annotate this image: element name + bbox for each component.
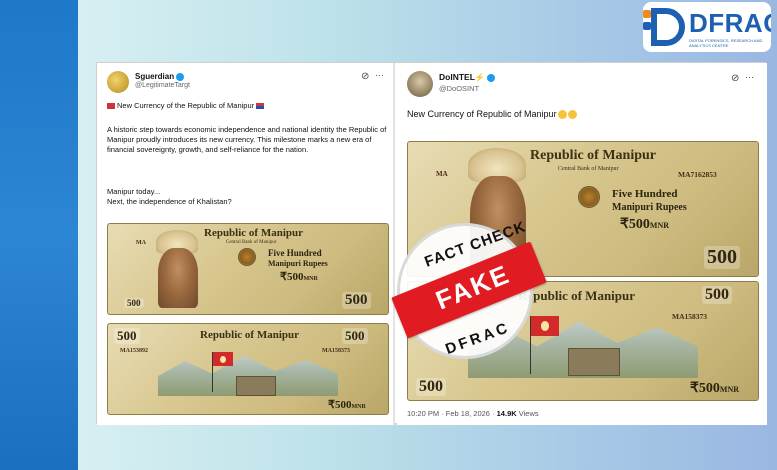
manipur-flag-image	[531, 316, 559, 336]
more-options-icon[interactable]: ···	[745, 72, 754, 82]
fact-check-fake-stamp: FACT CHECK FAKE DFRAC	[391, 218, 547, 359]
author-handle[interactable]: @LegitimateTargt	[135, 82, 190, 89]
sunglasses-emoji-icon	[567, 110, 577, 120]
views-count: 14.9K	[496, 409, 517, 418]
note-denom-line1: Five Hundred	[268, 248, 322, 258]
more-options-icon[interactable]: ···	[375, 70, 384, 80]
note-title: Republic of Manipur	[204, 227, 304, 239]
dfrac-logo: DFRAC DIGITAL FORENSICS, RESEARCH AND AN…	[643, 2, 771, 52]
note-serial-prefix: MA	[136, 240, 146, 246]
note-amount: ₹500MNR	[620, 216, 669, 233]
logo-brand: DFRAC	[689, 8, 771, 38]
note-back-title: Republic of Manipur	[200, 329, 300, 341]
note-back-corner-right: 500	[342, 328, 368, 344]
note-amount-value: ₹500	[620, 217, 650, 232]
gate-monument	[236, 376, 276, 396]
note-unit: MNR	[649, 221, 670, 230]
banknote-front-image[interactable]: Republic of Manipur Central Bank of Mani…	[107, 223, 389, 315]
grok-icon[interactable]: ⊘	[731, 73, 739, 84]
note-bank: Central Bank of Manipur	[558, 166, 619, 172]
note-back-serial-right: MA158373	[322, 348, 350, 354]
post-text: New Currency of Republic of Manipur	[407, 109, 757, 120]
logo-tagline: DIGITAL FORENSICS, RESEARCH AND ANALYTIC…	[689, 38, 763, 48]
note-amount: ₹500MNR	[280, 270, 318, 283]
note-back-serial-left: MA153892	[120, 348, 148, 354]
handshake-emoji-icon	[557, 110, 567, 120]
note-back-amount-value: ₹500	[328, 399, 352, 411]
post-line-manipur: Manipur today...	[107, 187, 161, 196]
avatar[interactable]	[107, 71, 129, 93]
verified-badge-icon	[176, 72, 185, 81]
note-serial-prefix: MA	[436, 170, 448, 178]
screenshot-panel: Sguerdian @LegitimateTargt ⊘ ··· New Cur…	[96, 62, 767, 425]
red-flag-icon	[107, 103, 115, 110]
left-accent-strip	[0, 0, 78, 470]
grok-icon[interactable]: ⊘	[361, 71, 369, 82]
gate-monument	[568, 348, 620, 376]
note-corner-large: 500	[704, 246, 740, 269]
note-denom-line2: Manipuri Rupees	[268, 259, 328, 268]
views-label: Views	[516, 409, 539, 418]
post-headline: New Currency of the Republic of Manipur	[107, 101, 387, 111]
timestamp-text: 10:20 PM · Feb 18, 2026 ·	[407, 409, 497, 418]
note-title: Republic of Manipur	[530, 148, 657, 163]
note-back-title: Republic of Manipur	[518, 288, 636, 303]
note-back-amount: ₹500MNR	[328, 398, 366, 411]
post-line-next: Next, the independence of Khalistan?	[107, 197, 232, 206]
author-handle[interactable]: @DoOSINT	[439, 84, 479, 93]
note-back-corner-bottom-left: 500	[416, 378, 446, 396]
flag-icon	[256, 103, 265, 110]
avatar[interactable]	[407, 71, 433, 97]
note-back-amount-value: ₹500	[690, 381, 720, 396]
post-paragraph: A historic step towards economic indepen…	[107, 125, 387, 154]
note-back-corner-left: 500	[114, 328, 140, 344]
author-name-text: Sguerdian	[135, 72, 175, 81]
note-amount-value: ₹500	[280, 271, 304, 283]
post-text-body: New Currency of Republic of Manipur	[407, 109, 557, 119]
note-denom-line2: Manipuri Rupees	[612, 202, 687, 213]
note-denom-line1: Five Hundred	[612, 188, 678, 200]
note-bank: Central Bank of Manipur	[226, 240, 277, 245]
note-back-serial-right: MA158373	[672, 312, 707, 321]
note-back-amount: ₹500MNR	[690, 380, 739, 397]
author-name[interactable]: Sguerdian	[135, 72, 185, 81]
post-timestamp[interactable]: 10:20 PM · Feb 18, 2026 · 14.9K Views	[407, 409, 539, 418]
headline-text: New Currency of the Republic of Manipur	[117, 101, 255, 110]
lightning-icon: ⚡	[474, 73, 485, 82]
left-post: Sguerdian @LegitimateTargt ⊘ ··· New Cur…	[97, 63, 395, 425]
note-corner-large: 500	[342, 292, 371, 309]
dfrac-d-icon	[643, 8, 685, 46]
author-name-text: DoINTEL	[439, 72, 475, 82]
note-back-corner-right: 500	[702, 286, 732, 304]
emblem-icon	[578, 186, 600, 208]
note-serial: MA7162853	[678, 170, 717, 179]
note-back-unit: MNR	[351, 404, 366, 410]
note-back-unit: MNR	[719, 385, 740, 394]
note-unit: MNR	[303, 276, 318, 282]
author-name[interactable]: DoINTEL⚡	[439, 72, 495, 82]
note-corner-small: 500	[124, 298, 144, 308]
emblem-icon	[238, 248, 256, 266]
verified-badge-icon	[486, 73, 495, 82]
portrait-image	[158, 248, 198, 308]
banknote-back-image[interactable]: 500 Republic of Manipur 500 MA153892 MA1…	[107, 323, 389, 415]
manipur-flag-image	[213, 352, 233, 366]
